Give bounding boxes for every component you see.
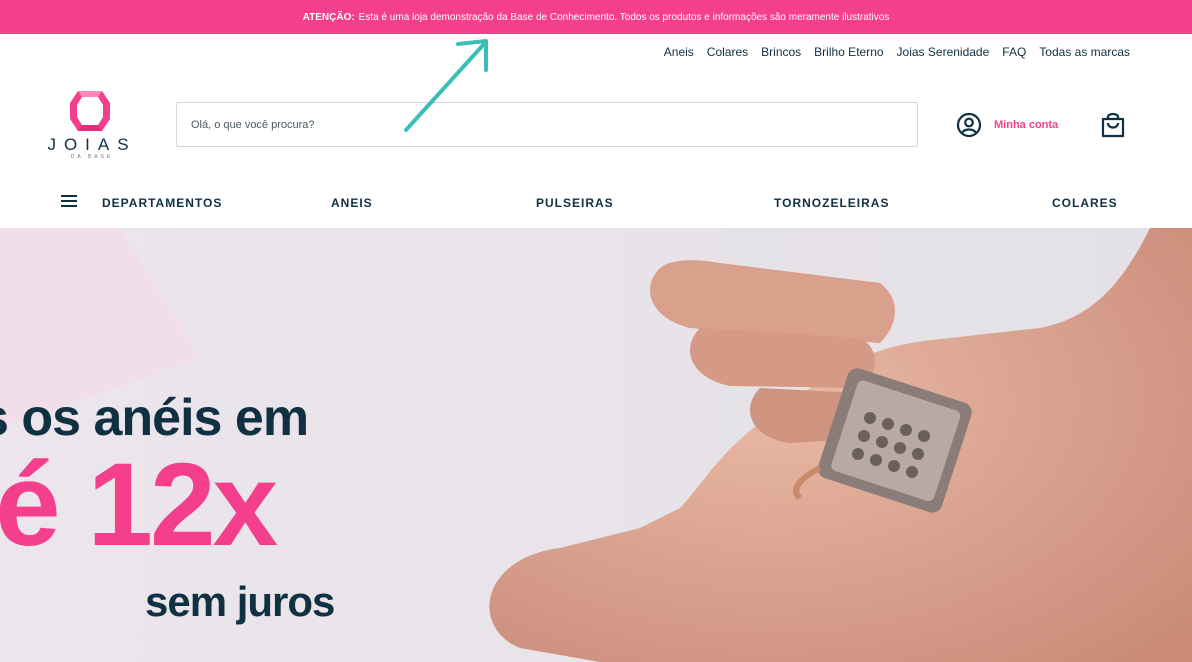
main-nav: DEPARTAMENTOS ANEIS PULSEIRAS TORNOZELEI… <box>0 186 1192 220</box>
user-icon <box>956 112 982 138</box>
hero-banner[interactable]: s os anéis em é 12x sem juros <box>0 228 1192 662</box>
logo-subtitle: DA BASE <box>70 154 114 160</box>
nav-item-pulseiras[interactable]: PULSEIRAS <box>536 196 614 210</box>
nav-item-tornozeleiras[interactable]: TORNOZELEIRAS <box>774 196 889 210</box>
announcement-text: Esta é uma loja demonstração da Base de … <box>358 11 890 23</box>
logo-mark-icon <box>70 91 110 131</box>
account-link[interactable]: Minha conta <box>956 112 1058 138</box>
hero-installments: é 12x <box>0 439 278 571</box>
top-links: Aneis Colares Brincos Brilho Eterno Joia… <box>664 45 1130 59</box>
top-link-colares[interactable]: Colares <box>707 45 748 59</box>
nav-item-departamentos[interactable]: DEPARTAMENTOS <box>102 196 222 210</box>
hamburger-icon[interactable] <box>61 195 77 209</box>
top-link-brincos[interactable]: Brincos <box>761 45 801 59</box>
announcement-bold: ATENÇÃO: <box>302 11 355 23</box>
top-link-joias-serenidade[interactable]: Joias Serenidade <box>897 45 990 59</box>
top-link-brilho-eterno[interactable]: Brilho Eterno <box>814 45 883 59</box>
announcement-bar: ATENÇÃO: Esta é uma loja demonstração da… <box>0 0 1192 34</box>
top-link-faq[interactable]: FAQ <box>1002 45 1026 59</box>
logo-name: JOIAS <box>47 135 137 154</box>
search-input[interactable] <box>176 102 918 147</box>
nav-item-colares[interactable]: COLARES <box>1052 196 1118 210</box>
shopping-bag-icon <box>1101 112 1125 138</box>
top-link-todas-marcas[interactable]: Todas as marcas <box>1039 45 1130 59</box>
cart-button[interactable] <box>1100 111 1126 144</box>
nav-item-aneis[interactable]: ANEIS <box>331 196 373 210</box>
hero-subline: sem juros <box>145 578 335 625</box>
store-logo[interactable]: JOIAS DA BASE <box>42 87 142 160</box>
annotation-arrow-icon <box>404 39 488 132</box>
top-link-aneis[interactable]: Aneis <box>664 45 694 59</box>
account-label: Minha conta <box>994 119 1059 131</box>
